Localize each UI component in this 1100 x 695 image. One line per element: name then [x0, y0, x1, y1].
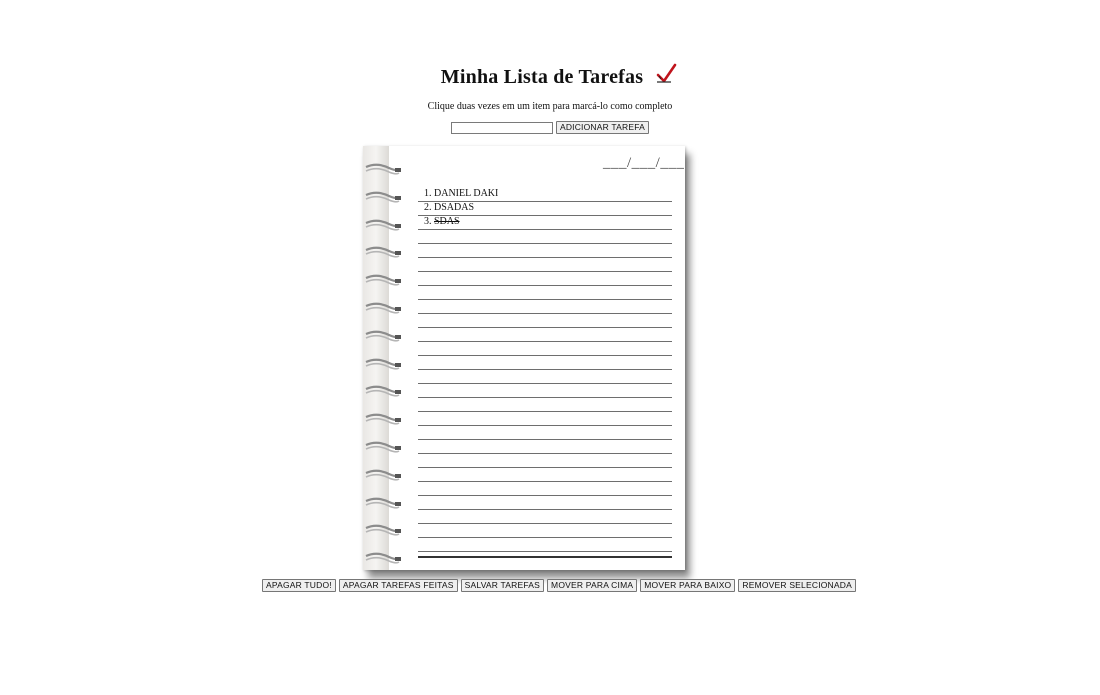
add-task-button[interactable]: ADICIONAR TAREFA [555, 121, 650, 134]
spiral-ring-icon [365, 523, 401, 536]
bottom-rule [418, 556, 672, 558]
add-task-form: ADICIONAR TAREFA [0, 121, 1100, 134]
spiral-ring-icon [365, 440, 401, 453]
spiral-ring-icon [365, 301, 401, 314]
spiral-ring-icon [365, 468, 401, 481]
action-bar: APAGAR TUDO! APAGAR TAREFAS FEITAS SALVA… [262, 579, 862, 592]
move-up-button[interactable]: MOVER PARA CIMA [547, 579, 638, 592]
new-task-input[interactable] [450, 121, 553, 134]
clear-all-button[interactable]: APAGAR TUDO! [262, 579, 336, 592]
app-root: Minha Lista de Tarefas Clique duas vezes… [0, 0, 1100, 695]
page-title: Minha Lista de Tarefas [440, 66, 644, 88]
task-item[interactable]: DANIEL DAKI [434, 187, 672, 201]
spiral-ring-icon [365, 496, 401, 509]
task-item[interactable]: DSADAS [434, 201, 672, 215]
clear-done-button[interactable]: APAGAR TAREFAS FEITAS [338, 579, 458, 592]
spiral-ring-icon [365, 384, 401, 397]
instruction-text: Clique duas vezes em um item para marcá-… [427, 101, 673, 112]
task-list: DANIEL DAKI DSADAS SDAS [418, 187, 672, 229]
task-item[interactable]: SDAS [434, 215, 672, 229]
check-icon [655, 63, 677, 85]
title-row: Minha Lista de Tarefas [0, 63, 1100, 96]
spiral-ring-icon [365, 245, 401, 258]
spiral-ring-icon [365, 162, 401, 175]
spiral-ring-icon [365, 357, 401, 370]
move-down-button[interactable]: MOVER PARA BAIXO [640, 579, 736, 592]
spiral-ring-icon [365, 273, 401, 286]
spiral-ring-icon [365, 190, 401, 203]
task-text: DSADAS [434, 202, 475, 213]
spiral-ring-icon [365, 218, 401, 231]
ruled-lines [418, 188, 672, 557]
task-text: DANIEL DAKI [434, 188, 499, 199]
save-tasks-button[interactable]: SALVAR TAREFAS [460, 579, 545, 592]
spiral-ring-icon [365, 412, 401, 425]
remove-selected-button[interactable]: REMOVER SELECIONADA [738, 579, 856, 592]
date-field: ___/___/___ [603, 155, 685, 171]
task-text: SDAS [434, 216, 460, 227]
spiral-ring-icon [365, 551, 401, 564]
spiral-ring-icon [365, 329, 401, 342]
notebook: ___/___/___ DANIEL DAKI DSADAS SDAS [363, 146, 685, 570]
